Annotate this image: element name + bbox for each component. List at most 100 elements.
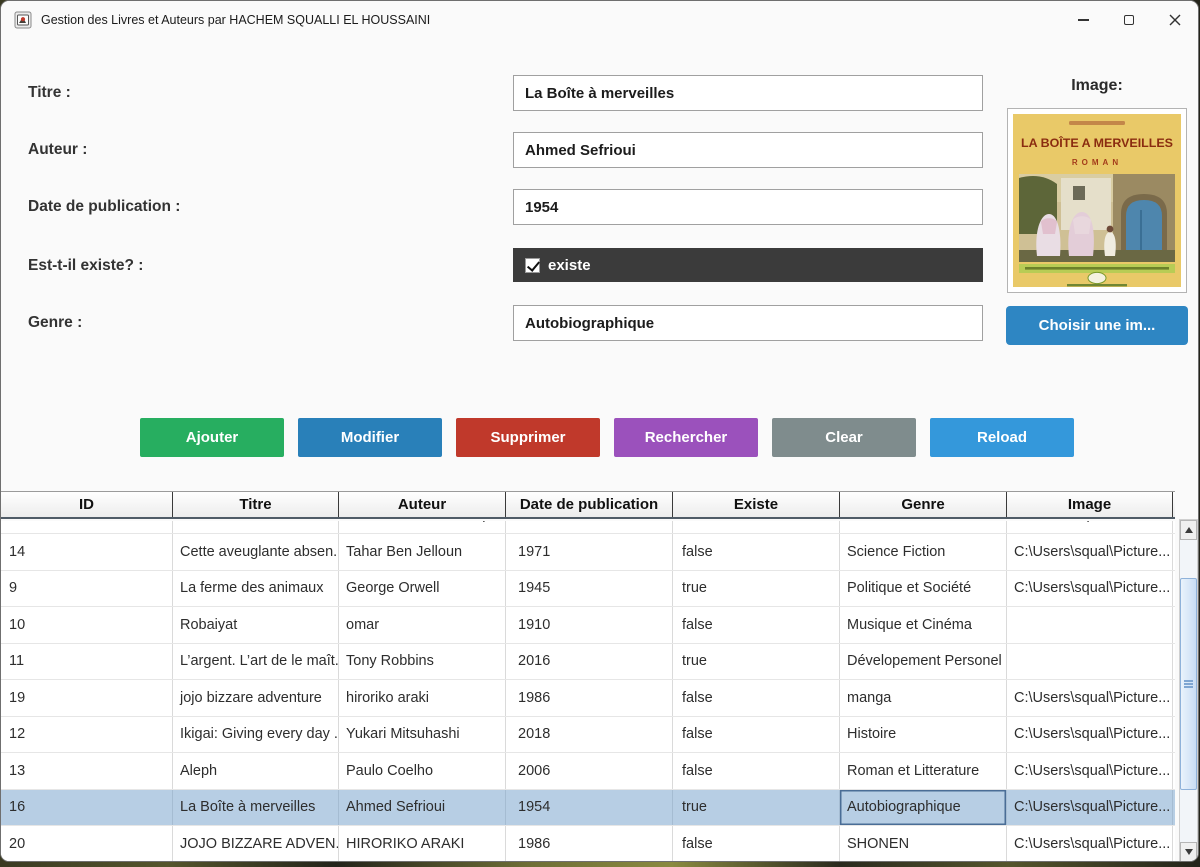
table-cell[interactable]: Le Petit Prince xyxy=(173,521,339,533)
table-cell[interactable]: 9 xyxy=(1,571,173,607)
auteur-input[interactable] xyxy=(513,132,983,168)
table-cell[interactable]: false xyxy=(673,753,840,789)
existe-checkbox[interactable] xyxy=(525,258,540,273)
table-cell[interactable] xyxy=(1007,607,1173,643)
table-cell[interactable]: 2018 xyxy=(506,717,673,753)
table-cell[interactable]: C:\Users\squal\Picture... xyxy=(1007,571,1173,607)
table-cell[interactable]: C:\Users\squal\Picture... xyxy=(1007,521,1173,533)
table-cell[interactable]: 10 xyxy=(1,607,173,643)
table-row[interactable]: 10Robaiyatomar1910falseMusique et Cinéma xyxy=(1,607,1175,644)
reload-button[interactable]: Reload xyxy=(930,418,1074,457)
table-cell[interactable]: 1943 xyxy=(506,521,673,533)
table-cell[interactable]: true xyxy=(673,644,840,680)
choose-image-button[interactable]: Choisir une im... xyxy=(1006,306,1188,345)
table-cell[interactable]: Robaiyat xyxy=(173,607,339,643)
table-cell[interactable]: 1986 xyxy=(506,680,673,716)
table-cell[interactable]: Histoire xyxy=(840,717,1007,753)
vertical-scrollbar[interactable] xyxy=(1179,519,1198,862)
table-cell[interactable]: C:\Users\squal\Picture... xyxy=(1007,534,1173,570)
table-cell[interactable]: 13 xyxy=(1,753,173,789)
table-cell[interactable]: false xyxy=(673,717,840,753)
table-cell[interactable]: 12 xyxy=(1,717,173,753)
table-cell[interactable]: La Boîte à merveilles xyxy=(173,790,339,826)
table-cell[interactable]: 2006 xyxy=(506,753,673,789)
table-cell[interactable]: Science Fiction xyxy=(840,534,1007,570)
table-cell[interactable]: JOJO BIZZARE ADVEN... xyxy=(173,826,339,862)
table-cell[interactable]: 16 xyxy=(1,790,173,826)
table-cell[interactable]: hiroriko araki xyxy=(339,680,506,716)
table-cell[interactable]: false xyxy=(673,607,840,643)
supprimer-button[interactable]: Supprimer xyxy=(456,418,600,457)
minimize-button[interactable] xyxy=(1060,1,1106,39)
table-cell[interactable]: Yukari Mitsuhashi xyxy=(339,717,506,753)
table-cell[interactable]: L’argent. L’art de le maît. xyxy=(173,644,339,680)
genre-input[interactable] xyxy=(513,305,983,341)
table-row[interactable]: 9La ferme des animauxGeorge Orwell1945tr… xyxy=(1,571,1175,608)
table-cell[interactable]: George Orwell xyxy=(339,571,506,607)
table-cell[interactable]: false xyxy=(673,826,840,862)
table-row[interactable]: 20JOJO BIZZARE ADVEN...HIRORIKO ARAKI198… xyxy=(1,826,1175,862)
table-cell[interactable]: Tony Robbins xyxy=(339,644,506,680)
table-cell[interactable]: La ferme des animaux xyxy=(173,571,339,607)
column-header-genre[interactable]: Genre xyxy=(840,492,1007,517)
column-header-date-de-publication[interactable]: Date de publication xyxy=(506,492,673,517)
table-row[interactable]: Le Petit PrinceAntoine de Saint-Exup...1… xyxy=(1,521,1175,534)
table-cell[interactable]: 19 xyxy=(1,680,173,716)
table-cell[interactable]: Roman et Litterature xyxy=(840,753,1007,789)
table-cell[interactable]: HIRORIKO ARAKI xyxy=(339,826,506,862)
column-header-titre[interactable]: Titre xyxy=(173,492,339,517)
table-cell[interactable] xyxy=(1007,644,1173,680)
table-cell[interactable]: 14 xyxy=(1,534,173,570)
table-cell[interactable]: Autobiographique xyxy=(840,790,1007,826)
table-cell[interactable]: Politique et Société xyxy=(840,571,1007,607)
table-row[interactable]: 14Cette aveuglante absen...Tahar Ben Jel… xyxy=(1,534,1175,571)
table-cell[interactable]: Tahar Ben Jelloun xyxy=(339,534,506,570)
table-cell[interactable]: Dévelopement Personel xyxy=(840,644,1007,680)
scroll-up-button[interactable] xyxy=(1180,520,1197,540)
column-header-existe[interactable]: Existe xyxy=(673,492,840,517)
table-cell[interactable]: Paulo Coelho xyxy=(339,753,506,789)
titre-input[interactable] xyxy=(513,75,983,111)
table-cell[interactable]: C:\Users\squal\Picture... xyxy=(1007,680,1173,716)
table-row[interactable]: 19jojo bizzare adventurehiroriko araki19… xyxy=(1,680,1175,717)
table-cell[interactable]: 1986 xyxy=(506,826,673,862)
table-cell[interactable]: true xyxy=(673,521,840,533)
maximize-button[interactable] xyxy=(1106,1,1152,39)
table-cell[interactable]: Fiction xyxy=(840,521,1007,533)
table-cell[interactable]: false xyxy=(673,680,840,716)
table-row[interactable]: 16La Boîte à merveillesAhmed Sefrioui195… xyxy=(1,790,1175,827)
table-cell[interactable]: C:\Users\squal\Picture... xyxy=(1007,826,1173,862)
clear-button[interactable]: Clear xyxy=(772,418,916,457)
table-cell[interactable]: C:\Users\squal\Picture... xyxy=(1007,790,1173,826)
modifier-button[interactable]: Modifier xyxy=(298,418,442,457)
table-cell[interactable]: Aleph xyxy=(173,753,339,789)
table-cell[interactable]: manga xyxy=(840,680,1007,716)
table-cell[interactable]: omar xyxy=(339,607,506,643)
table-cell[interactable]: Ahmed Sefrioui xyxy=(339,790,506,826)
scrollbar-thumb[interactable] xyxy=(1180,578,1197,790)
table-cell[interactable]: SHONEN xyxy=(840,826,1007,862)
table-cell[interactable]: 11 xyxy=(1,644,173,680)
table-cell[interactable]: Ikigai: Giving every day .. xyxy=(173,717,339,753)
date-publication-input[interactable] xyxy=(513,189,983,225)
table-row[interactable]: 13AlephPaulo Coelho2006falseRoman et Lit… xyxy=(1,753,1175,790)
column-header-id[interactable]: ID xyxy=(1,492,173,517)
table-cell[interactable]: 1954 xyxy=(506,790,673,826)
table-cell[interactable]: true xyxy=(673,790,840,826)
table-cell[interactable]: 1945 xyxy=(506,571,673,607)
table-cell[interactable]: 20 xyxy=(1,826,173,862)
table-cell[interactable] xyxy=(1,521,173,533)
close-button[interactable] xyxy=(1152,1,1198,39)
table-cell[interactable]: Cette aveuglante absen... xyxy=(173,534,339,570)
table-cell[interactable]: 2016 xyxy=(506,644,673,680)
table-cell[interactable]: 1910 xyxy=(506,607,673,643)
table-cell[interactable]: C:\Users\squal\Picture... xyxy=(1007,753,1173,789)
table-row[interactable]: 12Ikigai: Giving every day ..Yukari Mits… xyxy=(1,717,1175,754)
column-header-auteur[interactable]: Auteur xyxy=(339,492,506,517)
table-row[interactable]: 11L’argent. L’art de le maît.Tony Robbin… xyxy=(1,644,1175,681)
table-cell[interactable]: false xyxy=(673,534,840,570)
table-cell[interactable]: jojo bizzare adventure xyxy=(173,680,339,716)
column-header-image[interactable]: Image xyxy=(1007,492,1173,517)
scroll-down-button[interactable] xyxy=(1180,842,1197,862)
table-cell[interactable]: C:\Users\squal\Picture... xyxy=(1007,717,1173,753)
